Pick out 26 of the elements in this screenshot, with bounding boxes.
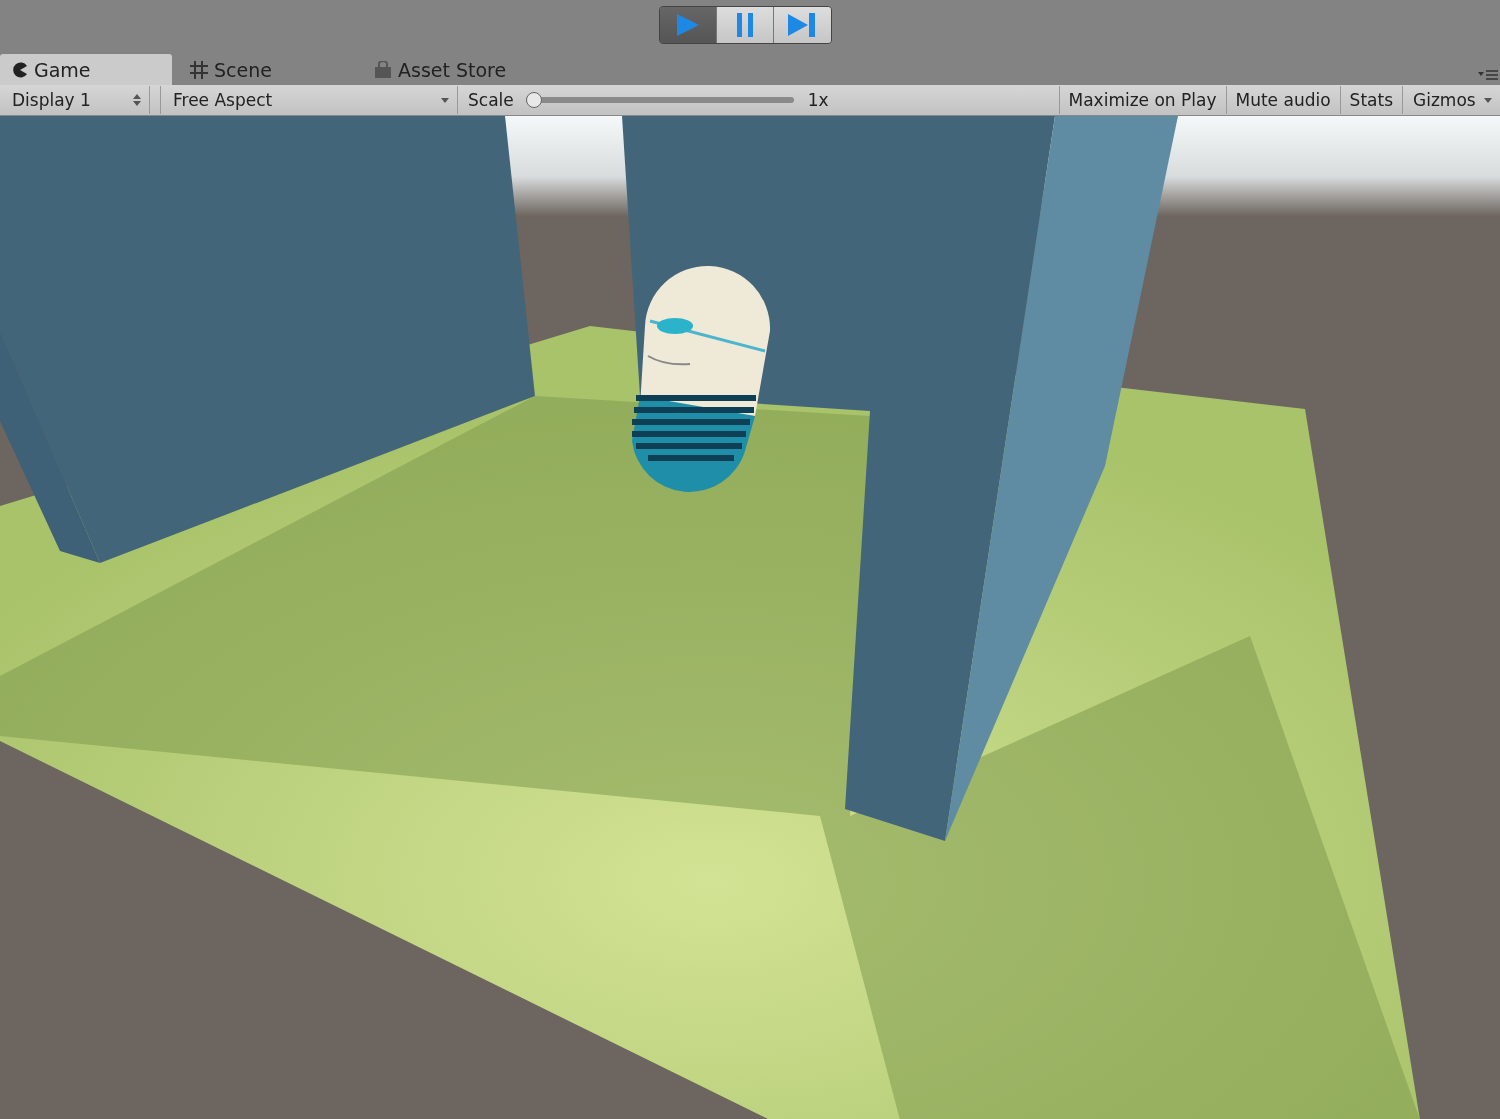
display-dropdown[interactable]: Display 1 <box>0 86 150 114</box>
tab[interactable]: Scene <box>172 54 362 85</box>
menu-icon[interactable] <box>1478 69 1498 81</box>
tab[interactable]: Game <box>0 54 172 85</box>
step-icon <box>788 12 816 38</box>
slider-thumb[interactable] <box>525 92 542 108</box>
bag-icon <box>374 60 392 79</box>
scale-slider[interactable] <box>525 92 794 108</box>
scale-label: Scale <box>468 90 514 110</box>
toggle-button[interactable]: Maximize on Play <box>1059 86 1227 114</box>
caret-icon <box>441 97 449 103</box>
pause-button[interactable] <box>716 7 774 43</box>
play-icon <box>674 12 701 38</box>
updown-icon <box>133 94 141 106</box>
pacman-icon <box>12 61 28 78</box>
gizmos-dropdown[interactable]: Gizmos <box>1403 86 1500 114</box>
tab[interactable]: Asset Store <box>362 54 534 85</box>
play-button[interactable] <box>659 7 717 43</box>
step-button[interactable] <box>773 7 831 43</box>
caret-icon <box>1484 97 1492 103</box>
toggle-button[interactable]: Stats <box>1340 86 1403 114</box>
toggle-button[interactable]: Mute audio <box>1226 86 1341 114</box>
scale-reading: 1x <box>807 90 829 110</box>
aspect-dropdown[interactable]: Free Aspect <box>160 86 458 114</box>
grid-icon <box>190 60 208 79</box>
pause-icon <box>735 13 754 37</box>
